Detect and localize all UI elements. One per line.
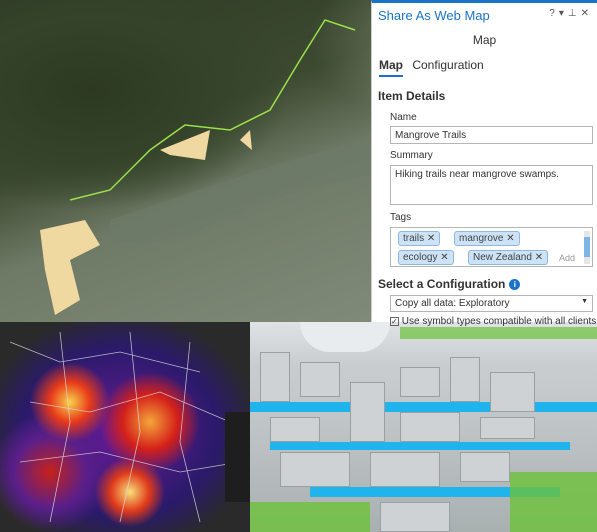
cloud-dome	[300, 322, 390, 352]
remove-tag-icon[interactable]: ✕	[535, 252, 543, 263]
remove-tag-icon[interactable]: ✕	[440, 252, 448, 263]
options-dropdown-icon[interactable]: ▾	[559, 8, 568, 19]
tag-chip: New Zealand ✕	[468, 250, 549, 265]
chevron-down-icon: ▼	[581, 298, 588, 305]
pane-subtitle: Map	[472, 33, 497, 47]
close-icon[interactable]: ✕	[581, 8, 593, 19]
trail-overlay	[40, 19, 371, 315]
3d-city-scene[interactable]	[250, 322, 597, 532]
item-details-heading: Item Details	[378, 89, 446, 103]
pane-title: Share As Web Map	[378, 8, 490, 23]
remove-tag-icon[interactable]: ✕	[506, 233, 514, 244]
configuration-select-value: Copy all data: Exploratory	[395, 298, 510, 309]
configuration-select[interactable]: Copy all data: Exploratory ▼	[390, 295, 593, 312]
add-tag-placeholder[interactable]: Add	[559, 253, 575, 263]
name-label: Name	[390, 112, 417, 123]
tag-label: ecology	[403, 252, 438, 263]
tag-chip: trails ✕	[398, 231, 441, 246]
tag-chip: ecology ✕	[398, 250, 454, 265]
tab-map[interactable]: Map	[379, 58, 403, 77]
pane-controls: ?▾⊥✕	[549, 8, 593, 19]
config-heading-text: Select a Configuration	[378, 277, 506, 291]
name-input[interactable]: Mangrove Trails	[390, 126, 593, 144]
remove-tag-icon[interactable]: ✕	[427, 233, 435, 244]
share-as-web-map-pane: Share As Web Map ?▾⊥✕ Map Map Configurat…	[371, 0, 597, 327]
pin-icon[interactable]: ⊥	[568, 8, 581, 19]
info-icon[interactable]: i	[509, 279, 521, 290]
heatmap-map[interactable]	[0, 322, 250, 532]
tab-bar: Map Configuration	[379, 58, 490, 77]
summary-textarea[interactable]: Hiking trails near mangrove swamps.	[390, 165, 593, 205]
tag-label: mangrove	[459, 233, 504, 244]
tags-input[interactable]: trails ✕ mangrove ✕ ecology ✕ New Zealan…	[390, 227, 593, 267]
tag-label: New Zealand	[473, 252, 532, 263]
symbol-compat-checkbox[interactable]: ✓ Use symbol types compatible with all c…	[390, 316, 596, 327]
aerial-imagery-map[interactable]	[0, 0, 371, 322]
help-icon[interactable]: ?	[549, 8, 559, 19]
tags-scrollbar[interactable]	[584, 231, 590, 264]
tag-chip: mangrove ✕	[454, 231, 520, 246]
road-network	[9, 331, 250, 523]
summary-label: Summary	[390, 150, 433, 161]
tab-configuration[interactable]: Configuration	[412, 58, 483, 75]
checkbox-check-icon[interactable]: ✓	[390, 317, 399, 326]
checkbox-label: Use symbol types compatible with all cli…	[401, 316, 597, 327]
tag-label: trails	[403, 233, 425, 244]
config-heading: Select a Configuration i	[378, 277, 521, 291]
tags-label: Tags	[390, 212, 412, 223]
